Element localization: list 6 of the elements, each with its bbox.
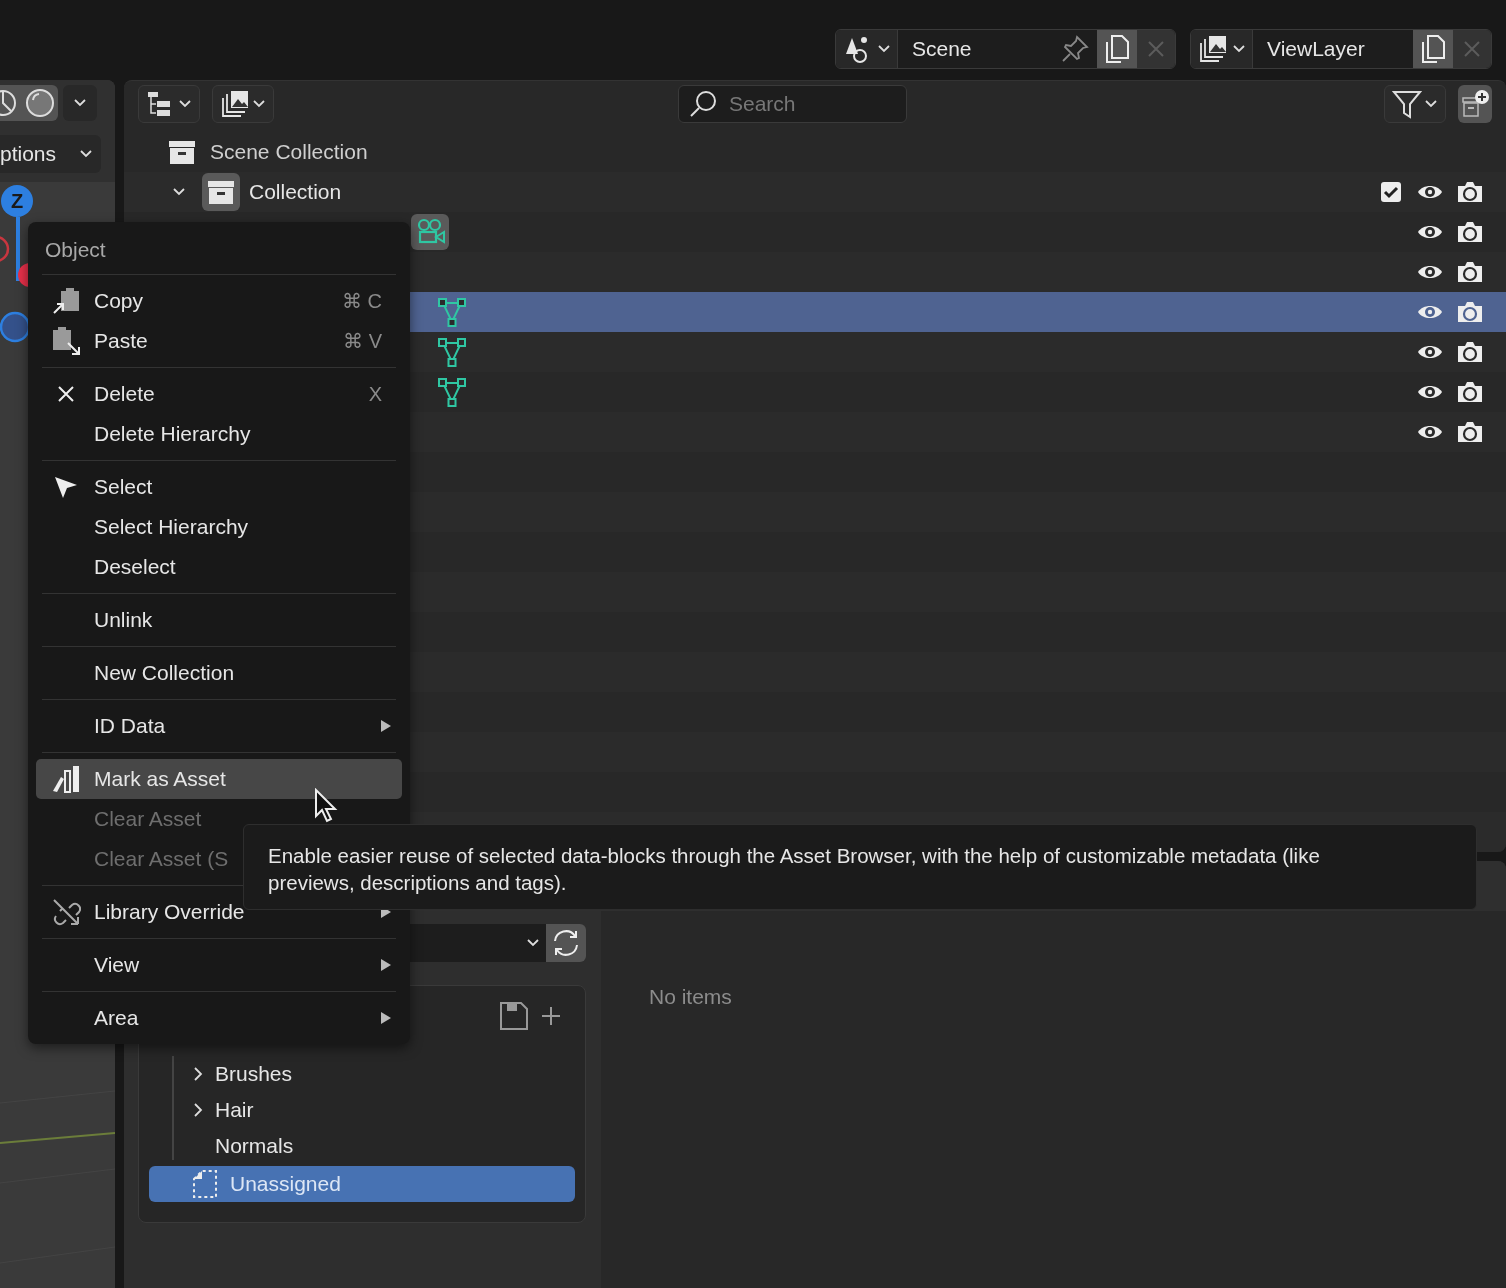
tooltip: Enable easier reuse of selected data-blocks through the Asset Browser, with the help of customizable metadata (like previews, descriptions and tags).	[243, 824, 1477, 910]
empty-message: No items	[649, 984, 733, 1010]
shortcut-label: ⌘ V	[343, 329, 382, 354]
shortcut-label: ⌘ C	[342, 289, 382, 314]
shortcut-label: X	[368, 382, 382, 407]
menu-title: Object	[45, 237, 106, 264]
